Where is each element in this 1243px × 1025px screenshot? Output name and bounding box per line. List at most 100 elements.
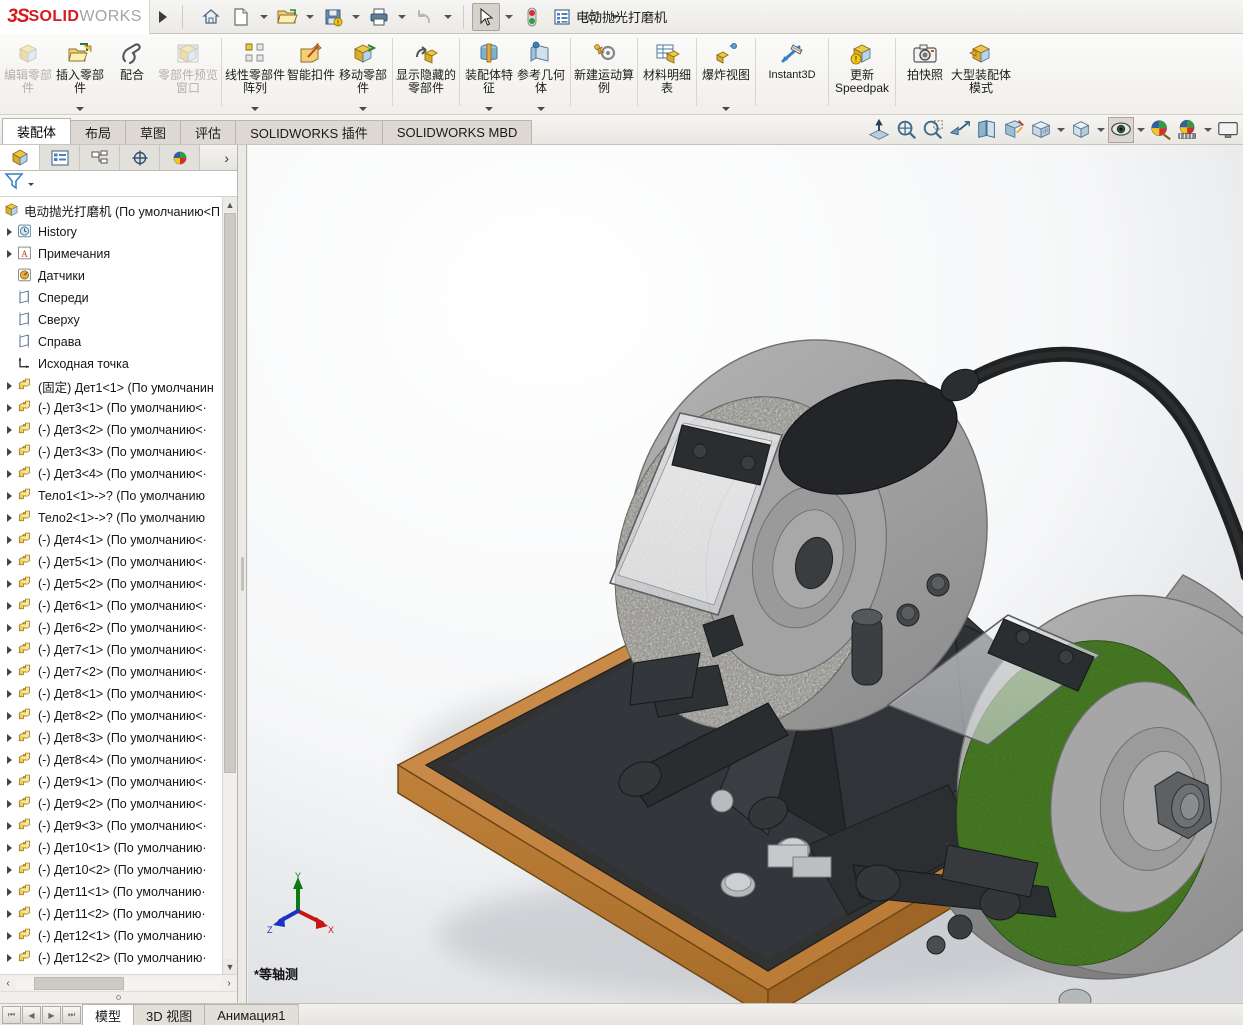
tree-expand-arrow-icon[interactable] (2, 932, 16, 940)
tree-expand-arrow-icon[interactable] (2, 514, 16, 522)
dimxpert-manager-tab[interactable] (120, 145, 160, 170)
tree-horizontal-scrollbar[interactable]: ‹ › (0, 974, 237, 991)
ribbon-button-show-hidden-components[interactable]: 显示隐藏的零部件 (396, 34, 456, 112)
new-document-icon[interactable] (227, 3, 255, 31)
tree-expand-arrow-icon[interactable] (2, 756, 16, 764)
tree-filter-bar[interactable] (0, 171, 237, 197)
display-style-icon[interactable] (1068, 117, 1094, 143)
workspace-tab-4[interactable]: SOLIDWORKS 插件 (235, 120, 383, 144)
tree-item[interactable]: Датчики (0, 265, 237, 287)
ribbon-button-move-component[interactable]: 移动零部件 (337, 34, 389, 112)
tree-item[interactable]: (-) Дет12<2> (По умолчанию· (0, 947, 237, 969)
tree-expand-arrow-icon[interactable] (2, 382, 16, 390)
filter-caret-icon[interactable] (26, 175, 36, 193)
select-caret-icon[interactable] (502, 3, 516, 31)
tree-expand-arrow-icon[interactable] (2, 228, 16, 236)
motion-nav-button-2[interactable]: ▶ (42, 1006, 61, 1024)
section-view-icon[interactable] (866, 117, 892, 143)
view-settings-icon[interactable] (1215, 117, 1241, 143)
ribbon-button-instant3d[interactable]: Instant3D (759, 34, 825, 112)
tree-hscroll-thumb[interactable] (34, 977, 124, 990)
status-tab-0[interactable]: 模型 (82, 1004, 134, 1025)
configuration-manager-tab[interactable] (80, 145, 120, 170)
ribbon-button-take-snapshot[interactable]: 拍快照 (899, 34, 951, 112)
tree-item[interactable]: (固定) Дет1<1> (По умолчанин (0, 375, 237, 397)
property-manager-tab[interactable] (40, 145, 80, 170)
tree-expand-arrow-icon[interactable] (2, 844, 16, 852)
tree-expand-arrow-icon[interactable] (2, 448, 16, 456)
print-icon[interactable] (365, 3, 393, 31)
new-document-caret-icon[interactable] (257, 3, 271, 31)
apply-scene-caret-icon[interactable] (1202, 117, 1214, 143)
tree-item[interactable]: (-) Дет3<3> (По умолчанию<· (0, 441, 237, 463)
motion-nav-button-3[interactable]: ⏭ (62, 1006, 81, 1024)
tree-expand-arrow-icon[interactable] (2, 910, 16, 918)
ribbon-button-assembly-feature[interactable]: 装配体特征 (463, 34, 515, 112)
options-list-icon[interactable] (548, 3, 576, 31)
workspace-tab-1[interactable]: 布局 (70, 120, 126, 144)
tree-vertical-scrollbar[interactable]: ▲ ▼ (222, 197, 237, 974)
tree-item[interactable]: (-) Дет5<2> (По умолчанию<· (0, 573, 237, 595)
tree-expand-arrow-icon[interactable] (2, 866, 16, 874)
manager-tab-overflow[interactable]: › (200, 145, 237, 170)
motion-nav-button-0[interactable]: ⏮ (2, 1006, 21, 1024)
ribbon-button-large-assembly-mode[interactable]: 大型装配体模式 (951, 34, 1011, 112)
tree-item[interactable]: (-) Дет3<4> (По умолчанию<· (0, 463, 237, 485)
tree-expand-arrow-icon[interactable] (2, 470, 16, 478)
tree-expand-arrow-icon[interactable] (2, 734, 16, 742)
tree-item[interactable]: (-) Дет9<2> (По умолчанию<· (0, 793, 237, 815)
tree-expand-arrow-icon[interactable] (2, 712, 16, 720)
hide-show-items-icon[interactable] (1108, 117, 1134, 143)
apply-scene-icon[interactable] (1175, 117, 1201, 143)
ribbon-button-bill-of-materials[interactable]: 材料明细表 (641, 34, 693, 112)
workspace-tab-2[interactable]: 草图 (125, 120, 181, 144)
tree-expand-arrow-icon[interactable] (2, 558, 16, 566)
tree-expand-arrow-icon[interactable] (2, 778, 16, 786)
display-manager-tab[interactable] (160, 145, 200, 170)
tree-expand-arrow-icon[interactable] (2, 646, 16, 654)
cad-model-render[interactable] (248, 145, 1243, 1003)
motion-nav-button-1[interactable]: ◀ (22, 1006, 41, 1024)
hide-show-items-caret-icon[interactable] (1135, 117, 1147, 143)
tree-scroll-up-button[interactable]: ▲ (223, 197, 237, 212)
tree-expand-arrow-icon[interactable] (2, 602, 16, 610)
print-caret-icon[interactable] (395, 3, 409, 31)
select-cursor-icon[interactable] (472, 3, 500, 31)
workspace-tab-5[interactable]: SOLIDWORKS MBD (382, 120, 533, 144)
tree-item[interactable]: (-) Дет11<1> (По умолчанию· (0, 881, 237, 903)
ribbon-button-reference-geometry[interactable]: 参考几何体 (515, 34, 567, 112)
tree-expand-arrow-icon[interactable] (2, 580, 16, 588)
open-folder-caret-icon[interactable] (303, 3, 317, 31)
tree-expand-arrow-icon[interactable] (2, 888, 16, 896)
tree-expand-arrow-icon[interactable] (2, 822, 16, 830)
tree-item[interactable]: (-) Дет9<3> (По умолчанию<· (0, 815, 237, 837)
tree-item[interactable]: (-) Дет10<2> (По умолчанию· (0, 859, 237, 881)
tree-item[interactable]: (-) Дет8<2> (По умолчанию<· (0, 705, 237, 727)
rebuild-icon[interactable] (518, 3, 546, 31)
tree-expand-arrow-icon[interactable] (2, 536, 16, 544)
ribbon-dropdown-caret-icon[interactable] (515, 107, 567, 111)
tree-item[interactable]: History (0, 221, 237, 243)
graphics-viewport[interactable]: Y X Z *等轴测 (248, 145, 1243, 1003)
tree-item[interactable]: (-) Дет8<1> (По умолчанию<· (0, 683, 237, 705)
ribbon-dropdown-caret-icon[interactable] (700, 107, 752, 111)
feature-tree[interactable]: 电动抛光打磨机 (По умолчанию<ПHistoryAПримечани… (0, 197, 237, 974)
workspace-tab-0[interactable]: 装配体 (2, 118, 71, 144)
tree-item[interactable]: (-) Дет9<1> (По умолчанию<· (0, 771, 237, 793)
tree-expand-arrow-icon[interactable] (2, 404, 16, 412)
save-caret-icon[interactable] (349, 3, 363, 31)
tree-item[interactable]: Тело1<1>->? (По умолчанию (0, 485, 237, 507)
tree-item[interactable]: (-) Дет11<2> (По умолчанию· (0, 903, 237, 925)
tree-item[interactable]: Исходная точка (0, 353, 237, 375)
view-orientation-caret-icon[interactable] (1055, 117, 1067, 143)
rotate-view-icon[interactable] (974, 117, 1000, 143)
tree-scroll-thumb[interactable] (224, 213, 236, 773)
tree-scroll-down-button[interactable]: ▼ (223, 959, 237, 974)
tree-item[interactable]: (-) Дет6<2> (По умолчанию<· (0, 617, 237, 639)
panel-splitter[interactable] (238, 145, 247, 1003)
tree-expand-arrow-icon[interactable] (2, 668, 16, 676)
ribbon-button-smart-fastener[interactable]: 智能扣件 (285, 34, 337, 112)
save-icon[interactable]: ! (319, 3, 347, 31)
ribbon-button-new-motion-study[interactable]: 新建运动算例 (574, 34, 634, 112)
tree-expand-arrow-icon[interactable] (2, 492, 16, 500)
